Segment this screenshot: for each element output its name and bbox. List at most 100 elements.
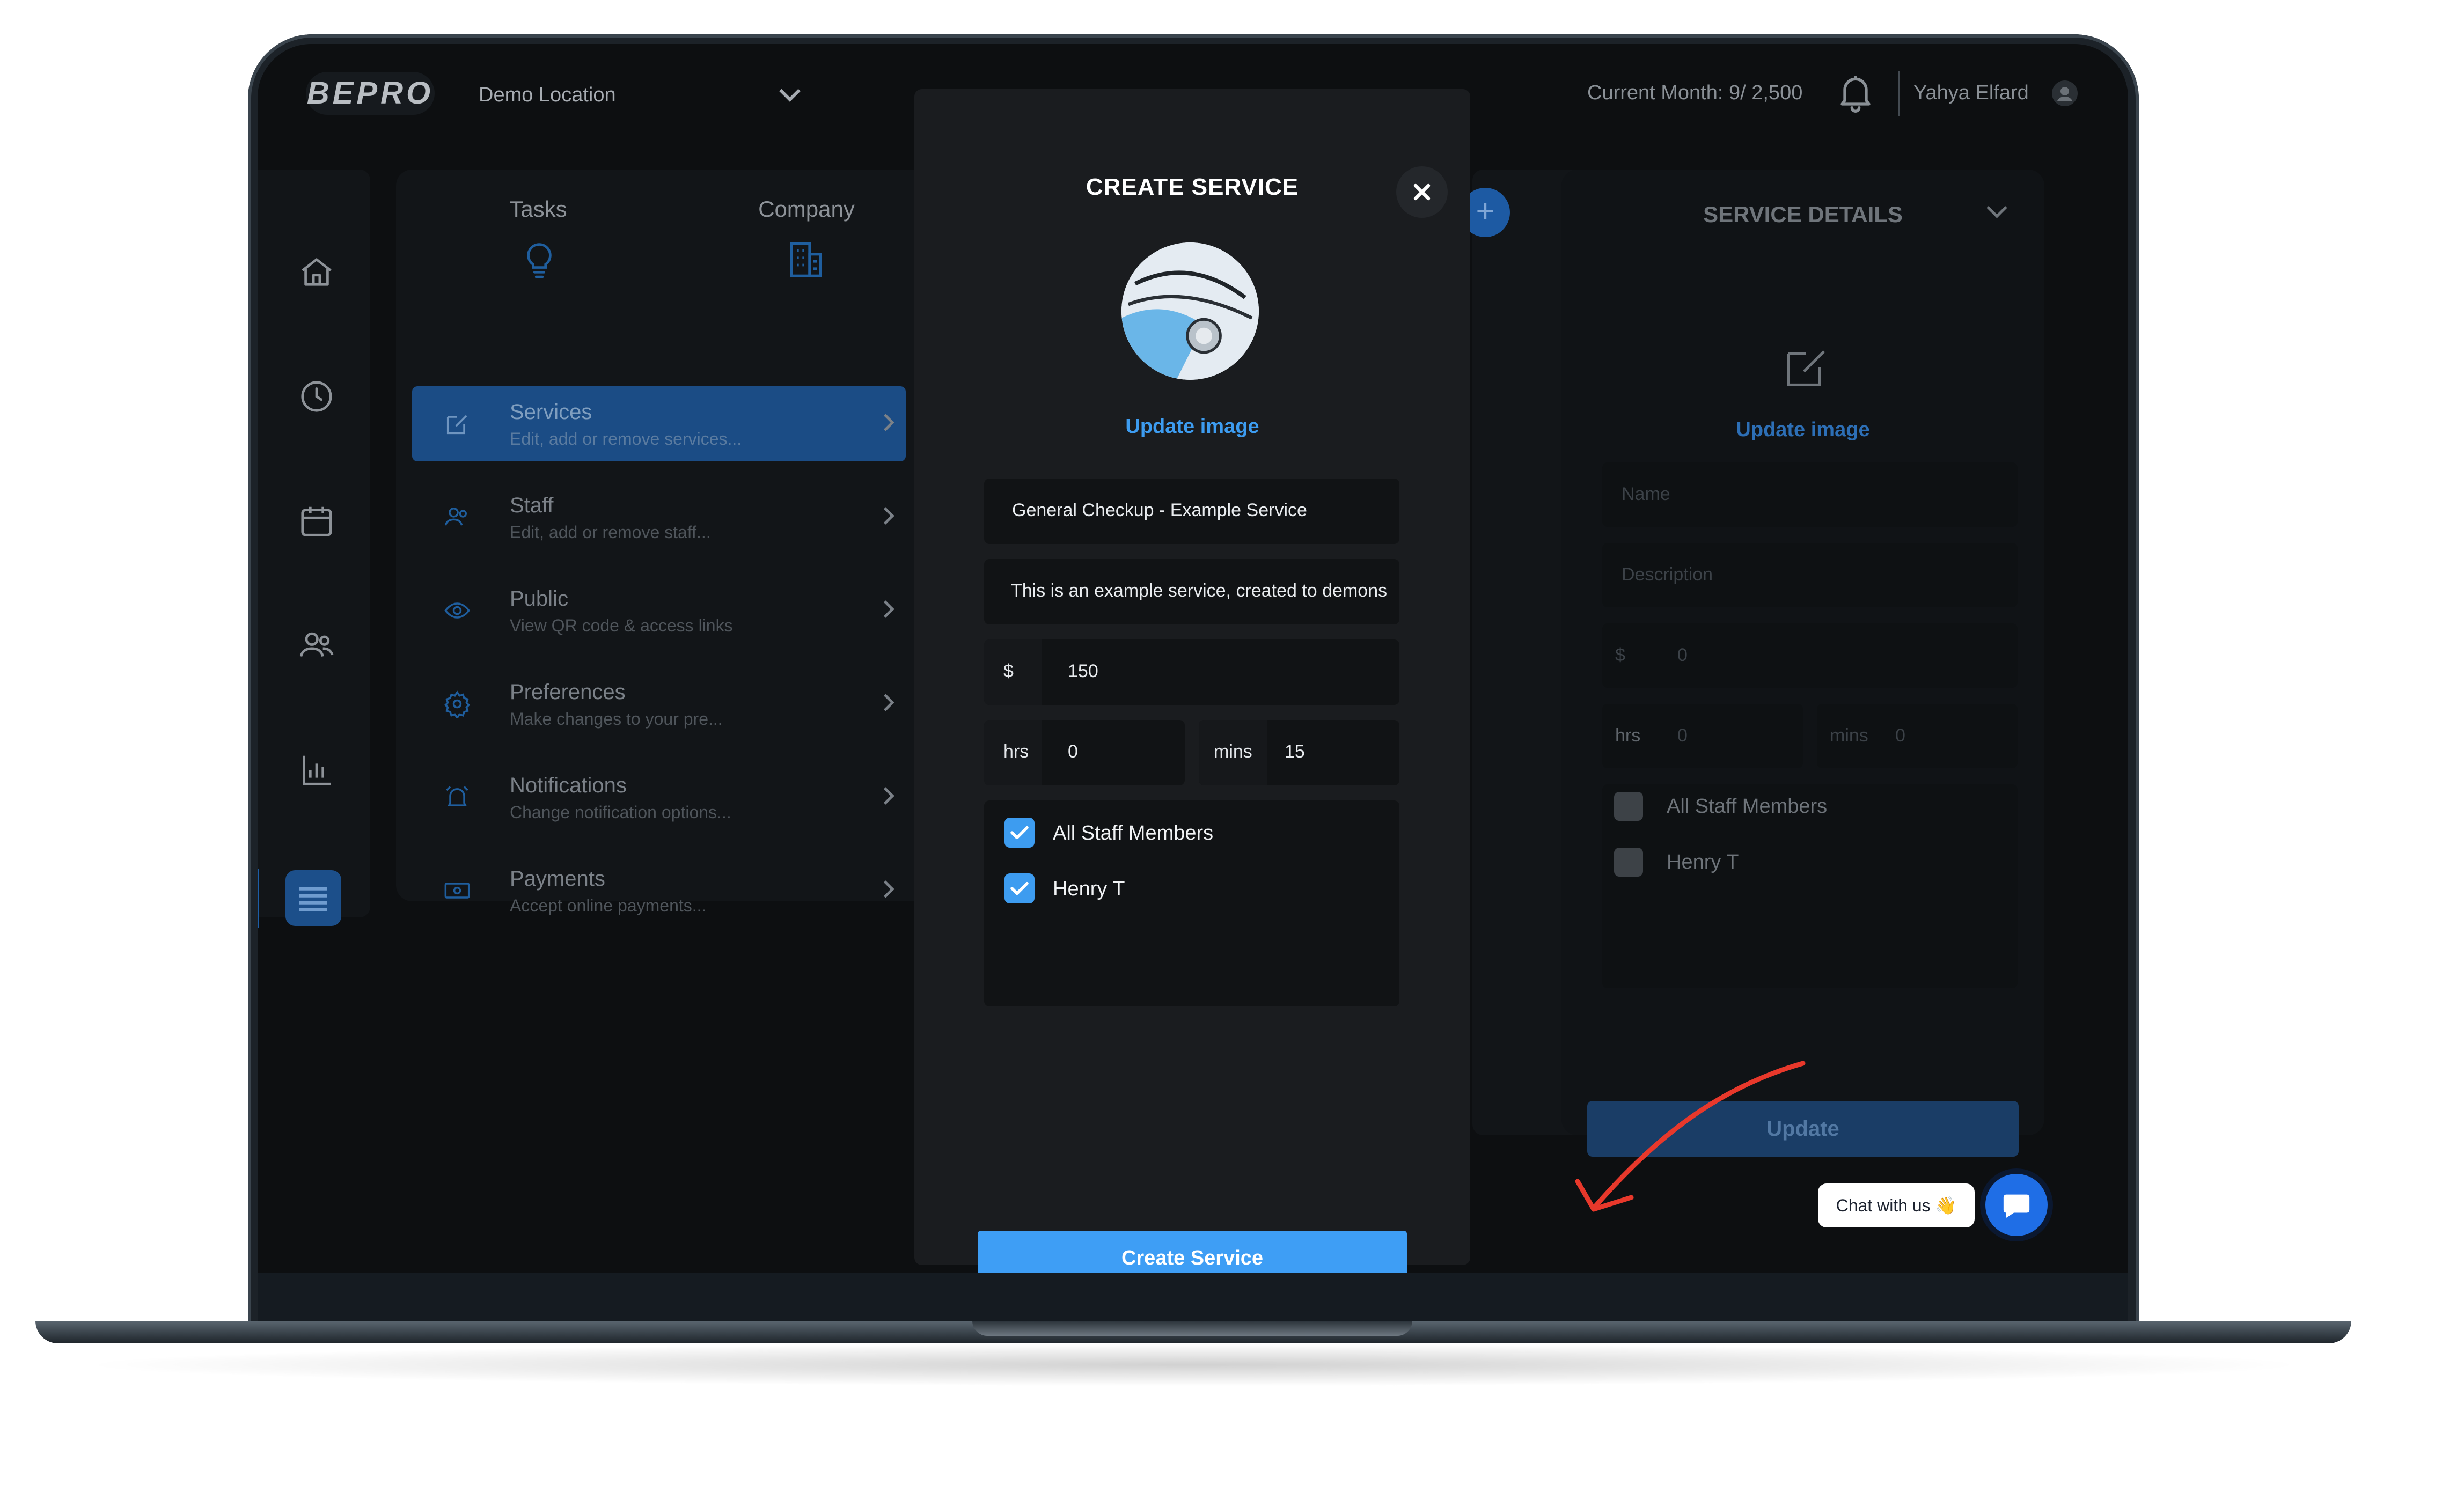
menu-item-title: Staff: [510, 494, 554, 517]
hrs-label: hrs: [1615, 725, 1641, 746]
details-description-field[interactable]: Description: [1602, 543, 2018, 607]
app-logo[interactable]: BEPRO: [306, 72, 435, 115]
alarm-icon: [446, 786, 468, 806]
details-henry-checkbox[interactable]: [1614, 848, 1643, 877]
hrs-input[interactable]: hrs 0: [984, 720, 1185, 785]
edit-image-icon[interactable]: [1779, 340, 1833, 394]
menu-item-services[interactable]: Services Edit, add or remove services...: [412, 386, 906, 461]
menu-item-public[interactable]: Public View QR code & access links: [412, 573, 906, 648]
hrs-prefix-box: hrs: [984, 720, 1042, 785]
building-icon[interactable]: [784, 238, 827, 281]
details-update-image-link[interactable]: Update image: [1561, 418, 2044, 442]
mins-input[interactable]: mins 15: [1199, 720, 1399, 785]
mins-label: mins: [1830, 725, 1868, 746]
mins-value: 15: [1285, 741, 1305, 762]
lightbulb-icon[interactable]: [520, 239, 558, 280]
laptop-notch: [972, 1321, 1412, 1336]
chevron-right-icon: [877, 787, 894, 805]
all-staff-checkbox[interactable]: [1004, 818, 1035, 848]
users-icon: [444, 508, 467, 526]
hrs-placeholder: 0: [1677, 725, 1688, 746]
money-icon: [444, 883, 470, 899]
screen-bottom-bezel: [258, 1273, 2128, 1321]
calendar-icon[interactable]: [298, 502, 335, 540]
menu-item-subtitle: Edit, add or remove staff...: [510, 523, 711, 542]
chart-icon[interactable]: [298, 751, 335, 789]
menu-item-subtitle: Edit, add or remove services...: [510, 429, 742, 449]
menu-item-subtitle: Accept online payments...: [510, 896, 707, 915]
laptop-base: [35, 1321, 2351, 1343]
price-prefix-box: $: [984, 639, 1042, 705]
henry-t-label: Henry T: [1053, 878, 1125, 900]
tab-company[interactable]: Company: [739, 196, 874, 222]
details-mins-field[interactable]: mins 0: [1817, 704, 2018, 768]
location-label: Demo Location: [479, 84, 616, 106]
rail-active-indicator: [258, 869, 259, 928]
menu-item-subtitle: View QR code & access links: [510, 616, 733, 635]
price-prefix: $: [1003, 661, 1014, 681]
menu-item-staff[interactable]: Staff Edit, add or remove staff...: [412, 480, 906, 555]
details-name-field[interactable]: Name: [1602, 462, 2018, 527]
tab-company-label: Company: [758, 196, 855, 222]
check-icon: [1010, 826, 1029, 840]
user-avatar-icon[interactable]: [2052, 80, 2078, 106]
mins-placeholder: 0: [1895, 725, 1905, 746]
chevron-right-icon: [877, 414, 894, 431]
chat-bubble-button[interactable]: [1985, 1174, 2048, 1236]
staff-selection: All Staff Members Henry T: [984, 800, 1399, 1006]
service-name-input[interactable]: General Checkup - Example Service: [984, 479, 1399, 544]
details-hrs-field[interactable]: hrs 0: [1602, 704, 1803, 768]
list-icon-button[interactable]: [285, 870, 341, 926]
menu-item-title: Public: [510, 587, 568, 611]
menu-item-notifications[interactable]: Notifications Change notification option…: [412, 760, 906, 835]
hrs-label: hrs: [1003, 741, 1029, 762]
user-name[interactable]: Yahya Elfard: [1913, 79, 2029, 106]
chevron-right-icon: [877, 880, 894, 898]
bell-icon[interactable]: [1834, 72, 1877, 115]
menu-item-preferences[interactable]: Preferences Make changes to your pre...: [412, 666, 906, 741]
create-service-button[interactable]: Create Service: [978, 1231, 1407, 1273]
header-divider: [1898, 71, 1900, 116]
mins-prefix-box: mins: [1199, 720, 1267, 785]
menu-item-payments[interactable]: Payments Accept online payments...: [412, 853, 906, 928]
menu-item-title: Services: [510, 400, 592, 424]
details-price-field[interactable]: $ 0: [1602, 623, 2018, 688]
details-all-staff-checkbox[interactable]: [1614, 792, 1643, 821]
chevron-right-icon: [877, 600, 894, 618]
price-input[interactable]: $ 150: [984, 639, 1399, 705]
clock-icon[interactable]: [298, 378, 335, 415]
menu-item-title: Notifications: [510, 774, 627, 797]
home-icon[interactable]: [298, 253, 335, 291]
close-button[interactable]: [1396, 166, 1448, 218]
chat-icon: [2003, 1194, 2030, 1218]
close-icon: [1413, 183, 1431, 201]
nav-rail: [258, 170, 370, 928]
service-description-input[interactable]: This is an example service, created to d…: [984, 559, 1399, 624]
chevron-right-icon: [877, 507, 894, 525]
annotation-arrow-icon: [1575, 1061, 1806, 1212]
menu-item-title: Preferences: [510, 680, 626, 704]
create-service-modal: CREATE SERVICE Update image General Chec…: [914, 89, 1470, 1273]
tab-tasks[interactable]: Tasks: [482, 196, 595, 222]
hrs-value: 0: [1068, 741, 1078, 762]
laptop-shadow: [75, 1343, 2313, 1386]
service-description-value: This is an example service, created to d…: [1011, 580, 1388, 601]
all-staff-label: All Staff Members: [1053, 822, 1214, 844]
mins-label: mins: [1214, 741, 1252, 762]
location-select[interactable]: Demo Location: [479, 80, 822, 108]
check-icon: [1010, 881, 1029, 895]
current-month-usage: Current Month: 9/ 2,500: [1587, 82, 1803, 104]
details-all-staff-label: All Staff Members: [1667, 795, 1828, 818]
henry-t-checkbox[interactable]: [1004, 873, 1035, 903]
gear-icon: [444, 690, 471, 718]
edit-icon: [446, 415, 467, 435]
service-image[interactable]: [1121, 242, 1259, 380]
service-name-value: General Checkup - Example Service: [1012, 500, 1307, 520]
update-image-link[interactable]: Update image: [914, 415, 1470, 438]
price-prefix: $: [1615, 645, 1625, 665]
chat-with-us-label[interactable]: Chat with us 👋: [1818, 1183, 1975, 1227]
chevron-down-icon: [779, 80, 801, 102]
users-icon[interactable]: [298, 627, 335, 664]
service-details-panel: SERVICE DETAILS Update image Name Descri…: [1561, 170, 2044, 1157]
modal-title: CREATE SERVICE: [1086, 174, 1299, 200]
